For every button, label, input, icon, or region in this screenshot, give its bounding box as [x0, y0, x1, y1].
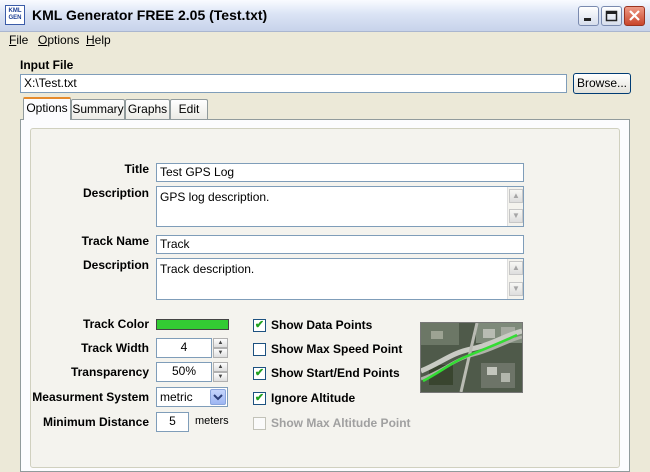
menu-options[interactable]: Options	[38, 33, 79, 47]
description-scrollbar[interactable]: ▲ ▼	[507, 187, 523, 226]
scroll-up-icon[interactable]: ▲	[509, 261, 523, 275]
map-preview-image	[420, 322, 523, 393]
description-label: Description	[82, 186, 149, 200]
description-field[interactable]: GPS log description.	[156, 186, 524, 227]
track-name-field[interactable]: Track	[156, 235, 524, 254]
show-start-end-points-label: Show Start/End Points	[271, 366, 400, 380]
transparency-label: Transparency	[70, 365, 149, 379]
maximize-button[interactable]	[601, 6, 622, 26]
app-icon-text-top: KML	[8, 8, 22, 14]
minimize-icon	[584, 18, 591, 21]
measurement-system-label: Measurment System	[32, 390, 149, 404]
transparency-down-icon[interactable]: ▼	[213, 372, 228, 382]
app-icon: KML GEN	[5, 5, 25, 25]
ignore-altitude-label: Ignore Altitude	[271, 391, 356, 405]
minimum-distance-field[interactable]: 5	[156, 412, 189, 432]
show-max-altitude-point-label: Show Max Altitude Point	[271, 416, 411, 430]
window-title: KML Generator FREE 2.05 (Test.txt)	[32, 7, 268, 23]
show-data-points-label: Show Data Points	[271, 318, 373, 332]
scroll-up-icon[interactable]: ▲	[509, 189, 523, 203]
show-max-altitude-point-checkbox[interactable]	[253, 417, 266, 430]
track-description-label: Description	[82, 258, 149, 272]
show-data-points-checkbox[interactable]: ✔	[253, 319, 266, 332]
title-field[interactable]: Test GPS Log	[156, 163, 524, 182]
minimum-distance-unit: meters	[195, 415, 229, 427]
track-width-up-icon[interactable]: ▲	[213, 338, 228, 348]
scroll-down-icon[interactable]: ▼	[509, 282, 523, 296]
track-color-label: Track Color	[82, 317, 149, 331]
ignore-altitude-checkbox[interactable]: ✔	[253, 392, 266, 405]
transparency-field[interactable]: 50%	[156, 362, 212, 382]
show-start-end-points-checkbox[interactable]: ✔	[253, 367, 266, 380]
track-width-field[interactable]: 4	[156, 338, 212, 358]
input-file-label: Input File	[20, 58, 74, 72]
track-description-text: Track description.	[160, 262, 255, 276]
track-description-scrollbar[interactable]: ▲ ▼	[507, 259, 523, 299]
minimize-button[interactable]	[578, 6, 599, 26]
tab-graphs[interactable]: Graphs	[125, 99, 170, 119]
transparency-up-icon[interactable]: ▲	[213, 362, 228, 372]
show-max-speed-point-checkbox[interactable]	[253, 343, 266, 356]
minimum-distance-label: Minimum Distance	[42, 415, 149, 429]
close-button[interactable]	[624, 6, 645, 26]
dropdown-arrow-button[interactable]	[210, 389, 226, 405]
maximize-icon	[605, 10, 618, 22]
app-icon-text-bottom: GEN	[8, 15, 22, 21]
track-description-field[interactable]: Track description.	[156, 258, 524, 300]
chevron-down-icon	[213, 394, 223, 401]
description-text: GPS log description.	[160, 190, 270, 204]
tab-options[interactable]: Options	[23, 97, 71, 120]
track-color-swatch[interactable]	[156, 319, 229, 330]
track-name-label: Track Name	[81, 234, 149, 248]
track-width-label: Track Width	[81, 341, 149, 355]
measurement-system-value: metric	[160, 390, 193, 404]
title-label: Title	[124, 162, 149, 176]
menu-file[interactable]: File	[9, 33, 28, 47]
track-width-down-icon[interactable]: ▼	[213, 348, 228, 358]
satellite-map-icon	[421, 323, 522, 392]
close-icon	[629, 10, 640, 21]
input-file-field[interactable]: X:\Test.txt	[20, 74, 567, 93]
tab-edit[interactable]: Edit	[170, 99, 208, 119]
show-max-speed-point-label: Show Max Speed Point	[271, 342, 403, 356]
tab-summary[interactable]: Summary	[71, 99, 125, 119]
scroll-down-icon[interactable]: ▼	[509, 209, 523, 223]
menu-help[interactable]: Help	[86, 33, 111, 47]
browse-button[interactable]: Browse...	[573, 73, 631, 94]
